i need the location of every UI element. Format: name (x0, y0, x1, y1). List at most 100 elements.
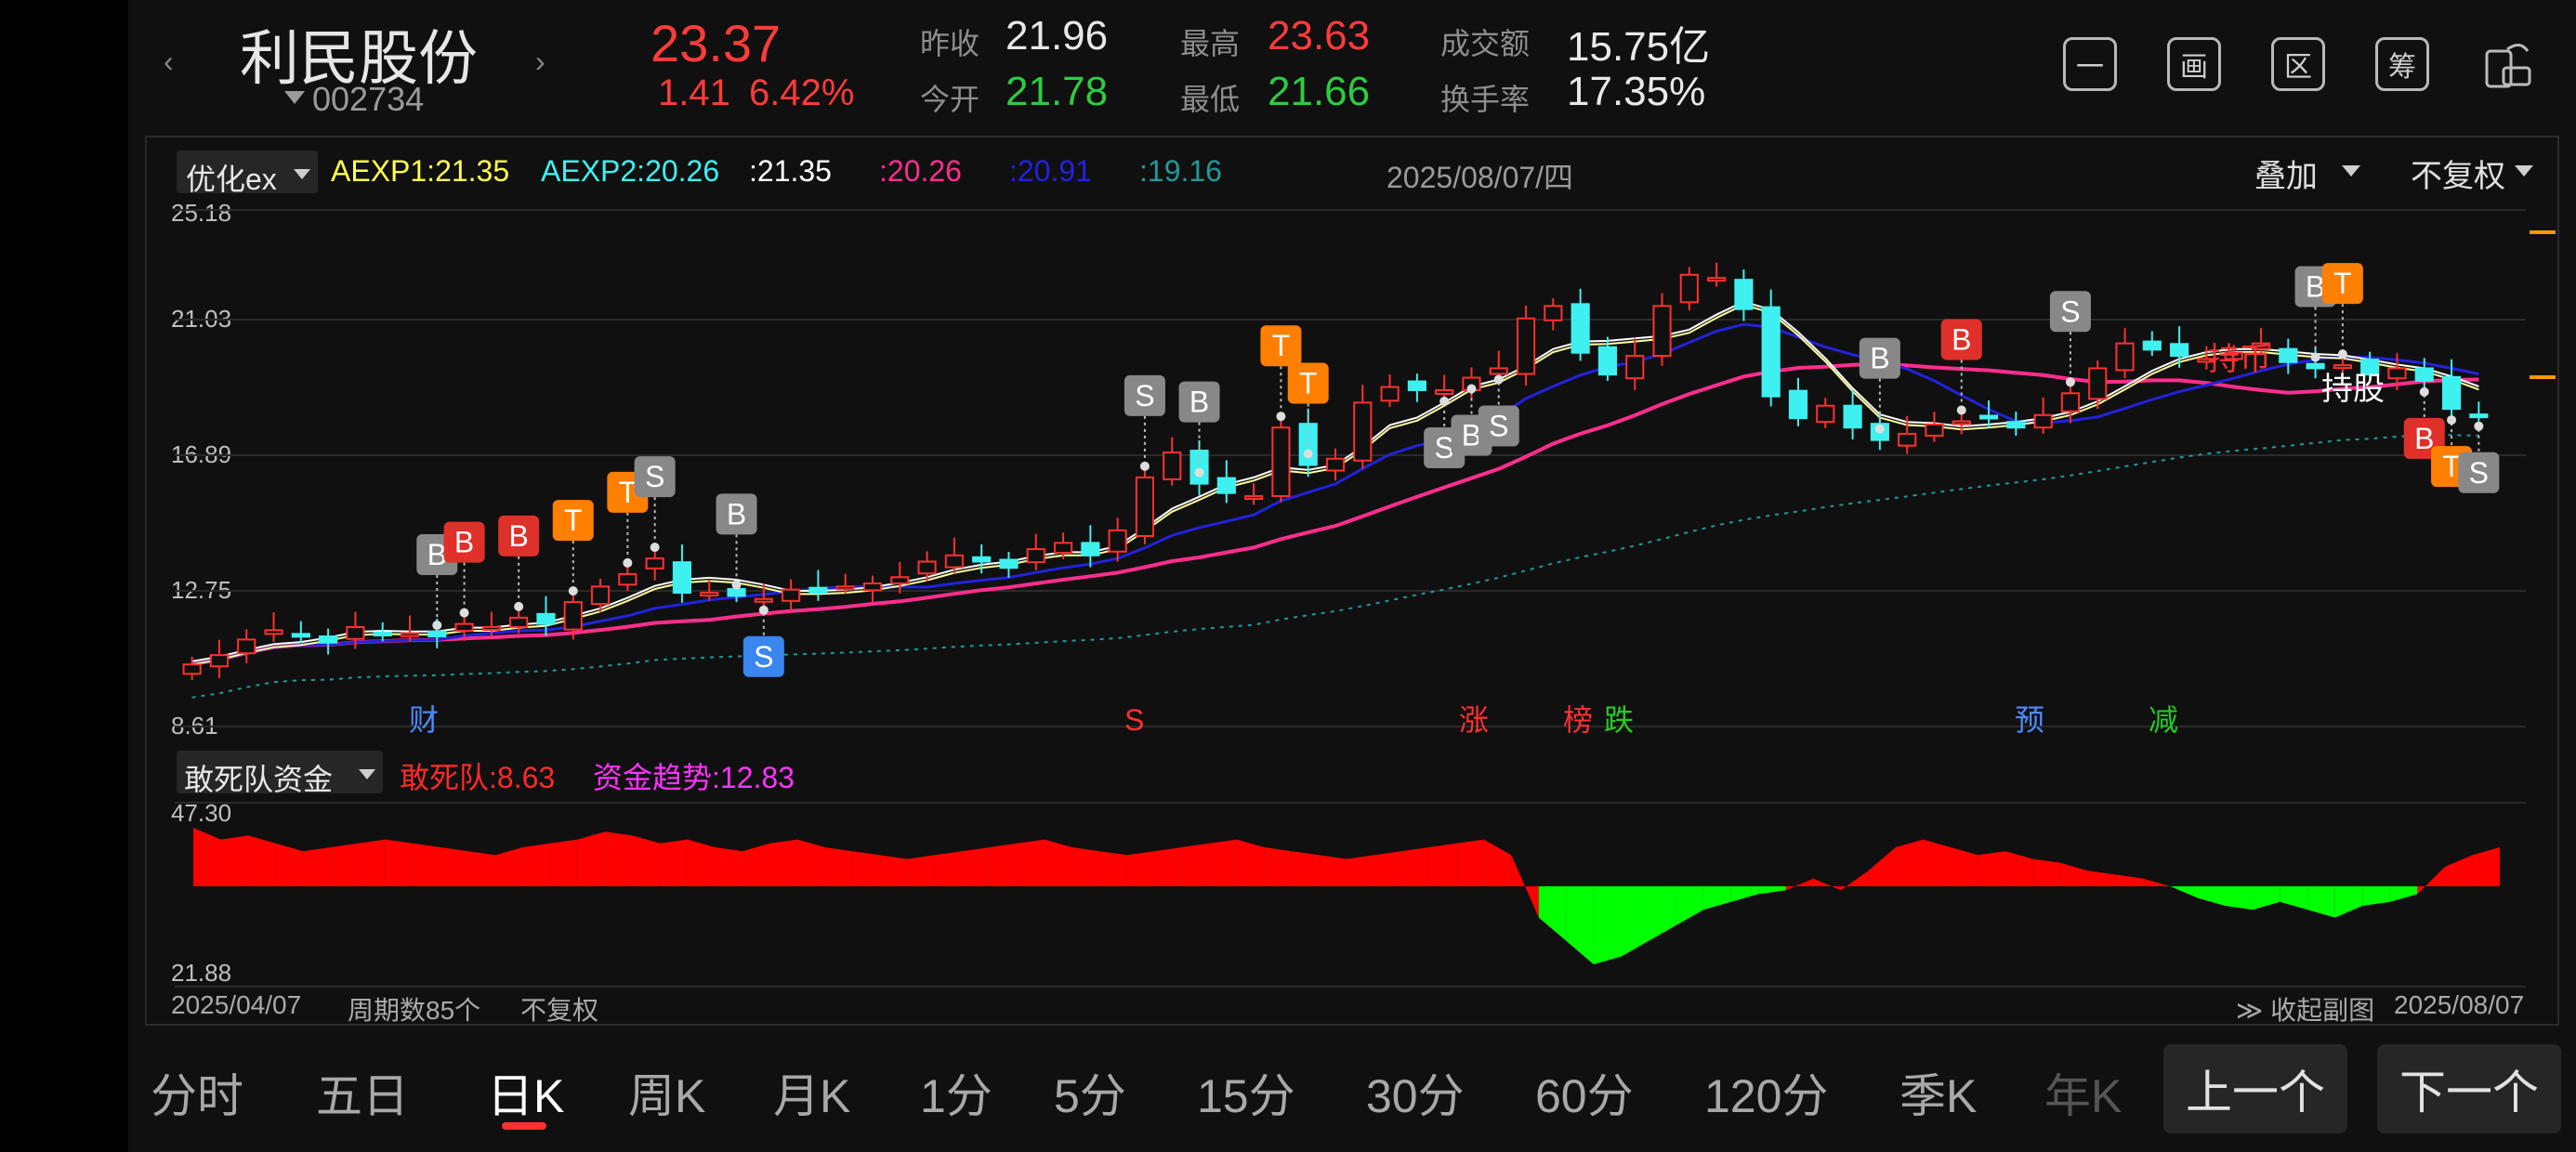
sub-area-segment (2472, 847, 2500, 886)
candle (264, 612, 283, 643)
signal-letter: B (454, 526, 474, 559)
tab-yuek[interactable]: 月K (773, 1059, 850, 1126)
tab-niank[interactable]: 年K (2044, 1059, 2122, 1126)
prev-button[interactable]: 上一个 (2163, 1044, 2347, 1133)
kline-panel[interactable]: 优化ex AEXP1:21.35 AEXP2:20.26 :21.35 :20.… (145, 136, 2559, 1026)
high-label: 最高 (1180, 27, 1241, 60)
sub-area-segment (467, 851, 496, 886)
signal-S: S (2458, 421, 2500, 493)
line-tool-button[interactable]: 一 (2063, 37, 2117, 91)
sub-area-segment (2197, 886, 2226, 906)
sub-area-segment (2362, 886, 2390, 906)
candle (1271, 419, 1291, 503)
candle (2469, 401, 2489, 422)
sub-area-segment (248, 835, 276, 886)
tab-1min[interactable]: 1分 (920, 1059, 992, 1126)
next-stock-arrow[interactable]: › (535, 45, 545, 79)
prev-stock-arrow[interactable]: ‹ (164, 45, 174, 79)
candle (1026, 533, 1045, 570)
tab-60min[interactable]: 60分 (1535, 1059, 1634, 1126)
signal-letter: B (509, 519, 529, 553)
sub-area-segment (2307, 886, 2335, 918)
left-edge (0, 0, 128, 1152)
event-tag: 减 (2149, 703, 2178, 737)
candle (2142, 331, 2162, 357)
sub-chart-area (193, 828, 2500, 964)
sub-area-segment (1649, 886, 1676, 941)
tab-15min[interactable]: 15分 (1197, 1059, 1295, 1126)
sub-area-segment (715, 847, 743, 886)
event-tag: 预 (2015, 703, 2044, 737)
volume-label: 成交额 (1440, 27, 1531, 60)
sub-area-segment (1676, 886, 1704, 925)
candle (237, 629, 256, 663)
candle (1244, 483, 1264, 505)
signal-letter: B (2414, 422, 2434, 455)
next-button[interactable]: 下一个 (2377, 1044, 2561, 1133)
sub-area-segment (1923, 839, 1952, 886)
sub-y-bottom: 21.88 (171, 959, 232, 987)
price-change-pct: 6.42% (749, 72, 855, 113)
sub-area-segment (1071, 847, 1100, 886)
rotate-screen-button[interactable] (2479, 37, 2533, 91)
candle (917, 551, 937, 582)
chips-tool-button[interactable]: 筹 (2375, 37, 2429, 91)
start-date: 2025/04/07 (171, 990, 302, 1019)
sub-area-segment (2334, 886, 2363, 918)
tab-wuri[interactable]: 五日 (316, 1059, 409, 1126)
tab-5min[interactable]: 5分 (1054, 1059, 1126, 1126)
rotate-screen-icon (2485, 44, 2531, 88)
candle (1952, 413, 1971, 435)
sub-area-segment (1538, 886, 1567, 941)
sub-area-segment (577, 831, 606, 886)
sub-legend-1: 敢死队:8.63 (400, 761, 556, 794)
tab-rik[interactable]: 日K (487, 1059, 564, 1126)
code-dropdown-icon[interactable] (284, 91, 305, 104)
stock-app: ‹ › 利民股份 002734 23.37 1.41 6.42% 昨收 21.9… (128, 0, 2576, 1152)
active-tab-underline (502, 1122, 546, 1130)
tab-30min[interactable]: 30分 (1366, 1059, 1465, 1126)
sub-indicator-selector[interactable]: 敢死队资金 (177, 751, 383, 796)
stock-code[interactable]: 002734 (312, 80, 424, 119)
turnover-value: 17.35% (1567, 69, 1706, 114)
sub-area-segment (2444, 855, 2473, 886)
sub-area-segment (330, 843, 359, 886)
event-tag: 榜 (1563, 703, 1593, 737)
sub-area-segment (2225, 886, 2254, 910)
range-tool-button[interactable]: 区 (2271, 37, 2325, 91)
sub-area-segment (2170, 886, 2198, 898)
tab-fenshi[interactable]: 分时 (151, 1059, 243, 1126)
sub-area-segment (495, 847, 523, 886)
candle (400, 615, 420, 642)
sub-area-segment (2115, 874, 2143, 886)
sub-area-segment (797, 839, 825, 886)
sub-area-segment (358, 839, 386, 886)
sub-area-segment (2280, 886, 2308, 910)
sub-area-segment (1236, 839, 1265, 886)
low-label: 最低 (1180, 83, 1241, 116)
signal-letter: S (1489, 409, 1508, 442)
price-marker-high (2530, 230, 2556, 234)
prev-close-label: 昨收 (920, 27, 980, 60)
signal-letter: B (727, 497, 746, 530)
collapse-subchart[interactable]: ≫ 收起副图 (2236, 990, 2374, 1028)
tab-120min[interactable]: 120分 (1704, 1059, 1828, 1126)
sub-area-segment (1511, 855, 1539, 918)
signal-letter: S (645, 460, 664, 493)
draw-tool-button[interactable]: 画 (2167, 37, 2221, 91)
tab-jik[interactable]: 季K (1899, 1059, 1977, 1126)
sub-area-segment (1703, 886, 1731, 910)
sub-area-segment (2032, 858, 2061, 886)
ma-line-pink (191, 361, 2479, 667)
sub-area-segment (385, 839, 414, 886)
sub-area-segment (1566, 886, 1594, 964)
signal-letter: T (1299, 366, 1318, 399)
sub-area-segment (1099, 851, 1127, 886)
tab-zhouk[interactable]: 周K (628, 1059, 705, 1126)
event-tag: S (1124, 703, 1144, 737)
event-tag: 财 (409, 703, 439, 737)
signal-letter: B (1952, 323, 1971, 357)
signal-letter: T (564, 504, 583, 537)
signal-B: B (498, 515, 540, 611)
signal-letter: T (2333, 267, 2352, 300)
